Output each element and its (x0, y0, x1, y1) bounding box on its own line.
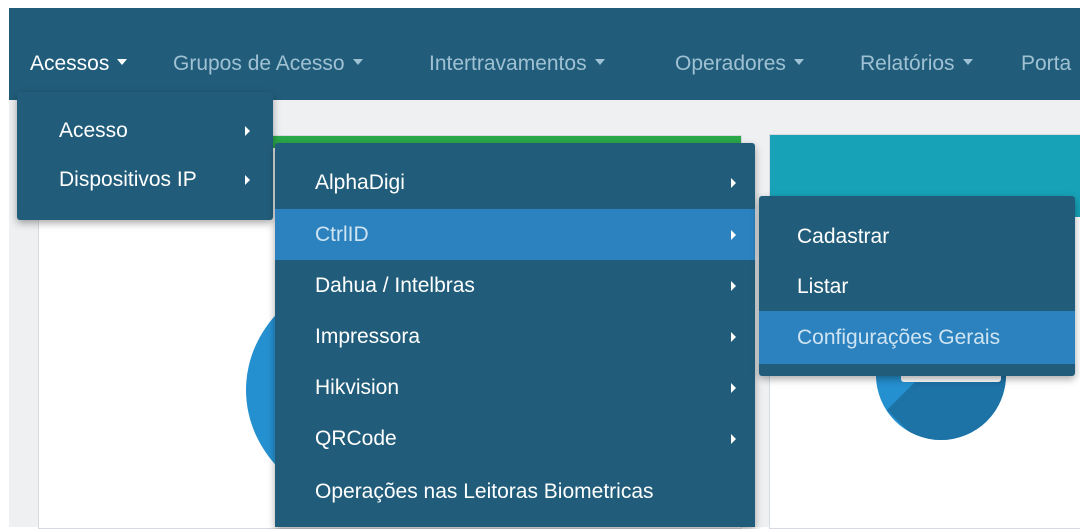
menu-item-cadastrar[interactable]: Cadastrar (759, 212, 1075, 262)
caret-down-icon (352, 59, 363, 66)
top-navbar: Acessos Grupos de Acesso Intertravamento… (9, 8, 1080, 100)
caret-down-icon (962, 59, 973, 66)
menu-item-label: Hikvision (315, 375, 400, 399)
caret-right-icon (245, 126, 250, 136)
menu-item-alphadigi[interactable]: AlphaDigi (275, 157, 755, 209)
menu-item-label: Impressora (315, 324, 421, 348)
nav-relatorios-label: Relatórios (860, 52, 955, 75)
nav-porta-label: Porta (1021, 52, 1072, 75)
nav-relatorios[interactable]: Relatórios (860, 52, 973, 76)
menu-item-label: Operações nas Leitoras Biometricas (315, 479, 654, 503)
caret-right-icon (731, 280, 736, 291)
caret-down-icon (117, 59, 128, 66)
menu-item-label: Configurações Gerais (797, 325, 1001, 349)
dropdown-acessos: Acesso Dispositivos IP (17, 92, 273, 220)
menu-item-operacoes-leitoras[interactable]: Operações nas Leitoras Biometricas (275, 464, 755, 519)
menu-item-dispositivos-ip[interactable]: Dispositivos IP (17, 151, 273, 209)
nav-operadores-label: Operadores (675, 52, 786, 75)
caret-right-icon (731, 382, 736, 393)
menu-item-impressora[interactable]: Impressora (275, 311, 755, 362)
nav-intertravamentos-label: Intertravamentos (429, 52, 587, 75)
nav-grupos-label: Grupos de Acesso (173, 52, 345, 75)
menu-item-label: CtrlID (315, 222, 369, 246)
caret-right-icon (731, 331, 736, 342)
nav-acessos-label: Acessos (30, 52, 110, 75)
menu-item-label: Acesso (59, 119, 128, 142)
menu-item-hikvision[interactable]: Hikvision (275, 362, 755, 413)
caret-right-icon (731, 433, 736, 444)
menu-item-acesso[interactable]: Acesso (17, 111, 273, 151)
nav-grupos-de-acesso[interactable]: Grupos de Acesso (173, 52, 363, 76)
menu-item-ctrlid[interactable]: CtrlID (275, 209, 755, 260)
nav-operadores[interactable]: Operadores (675, 52, 804, 76)
menu-item-label: Listar (797, 274, 849, 298)
dropdown-dispositivos-ip: AlphaDigi CtrlID Dahua / Intelbras Impre… (275, 143, 755, 527)
menu-item-listar[interactable]: Listar (759, 262, 1075, 311)
menu-item-dahua-intelbras[interactable]: Dahua / Intelbras (275, 260, 755, 311)
nav-porta[interactable]: Porta (1021, 52, 1071, 76)
caret-right-icon (731, 178, 736, 188)
menu-item-label: QRCode (315, 426, 397, 450)
menu-item-label: Cadastrar (797, 225, 890, 248)
nav-intertravamentos[interactable]: Intertravamentos (429, 52, 605, 76)
menu-item-qrcode[interactable]: QRCode (275, 413, 755, 464)
caret-right-icon (731, 229, 736, 240)
dropdown-ctrlid: Cadastrar Listar Configurações Gerais (759, 196, 1075, 376)
caret-down-icon (594, 59, 605, 66)
caret-down-icon (793, 59, 804, 66)
menu-item-label: Dahua / Intelbras (315, 273, 475, 297)
menu-item-configuracoes-gerais[interactable]: Configurações Gerais (759, 311, 1075, 364)
nav-acessos[interactable]: Acessos (30, 52, 128, 76)
caret-right-icon (245, 175, 250, 185)
menu-item-label: AlphaDigi (315, 171, 405, 194)
menu-item-label: Dispositivos IP (59, 168, 197, 191)
